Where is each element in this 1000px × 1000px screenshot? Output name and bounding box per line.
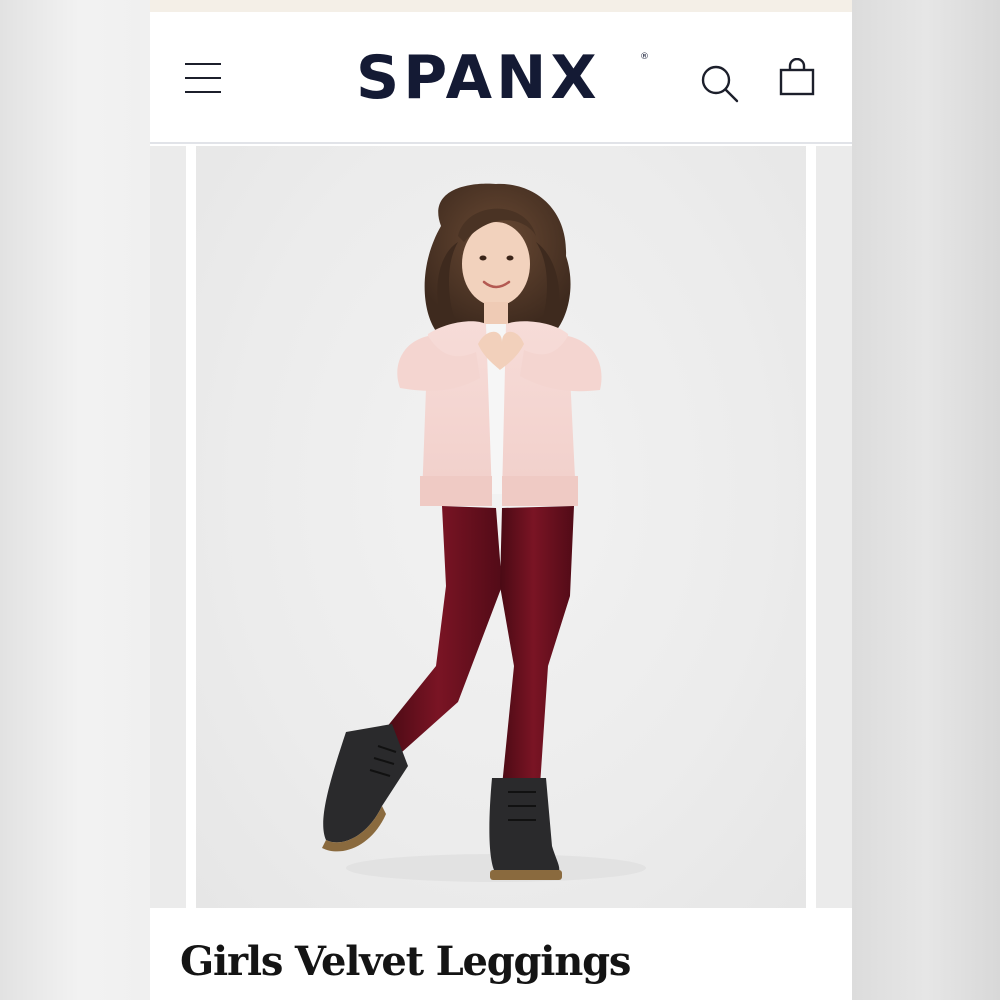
registered-mark: ® [640,52,649,62]
hamburger-menu-icon[interactable] [184,60,224,96]
shopping-bag-icon[interactable] [778,57,816,98]
brand-logo[interactable]: SPANX [356,42,601,114]
promo-strip [150,0,852,12]
mobile-page: SPANX ® Girls Velvet Leggings [150,0,852,1000]
site-header: SPANX ® [150,12,852,144]
model-illustration [322,183,646,882]
product-image-gallery[interactable] [150,146,852,908]
search-icon[interactable] [700,64,740,104]
product-photo[interactable] [196,146,806,908]
previous-slide-peek[interactable] [150,146,186,908]
product-title: Girls Velvet Leggings [180,938,631,985]
page-backdrop-right [852,0,1000,1000]
next-slide-peek[interactable] [816,146,852,908]
product-title-section: Girls Velvet Leggings [150,908,852,1000]
